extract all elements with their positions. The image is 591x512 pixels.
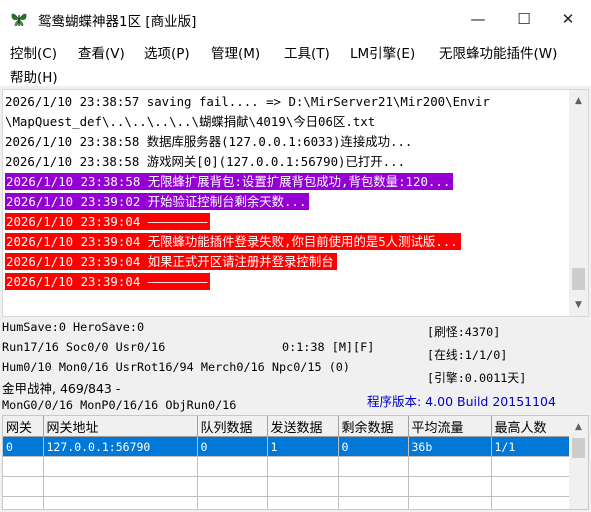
- close-button[interactable]: ✕: [545, 0, 591, 38]
- cell-sent: 1: [267, 436, 339, 457]
- menu-lm-engine[interactable]: LM引擎(E): [350, 42, 415, 62]
- column-header-address[interactable]: 网关地址: [43, 416, 198, 437]
- column-header-avg-traffic[interactable]: 平均流量: [408, 416, 492, 437]
- minimize-button[interactable]: —: [455, 0, 501, 38]
- minimize-icon: —: [470, 10, 486, 28]
- table-scroll-up-arrow-icon[interactable]: ▲: [569, 418, 588, 436]
- maximize-icon: ☐: [517, 10, 531, 28]
- log-line-text: 2026/1/10 23:38:58 无限蜂扩展背包:设置扩展背包成功,背包数量…: [5, 173, 454, 190]
- refresh-monster-count: [刷怪:4370]: [427, 325, 501, 339]
- mongen-status: MonG0/0/16 MonP0/16/16 ObjRun0/16: [2, 398, 237, 412]
- window-title: 鸳鸯蝴蝶神器1区 [商业版]: [38, 14, 197, 30]
- log-line-text: 2026/1/10 23:38:58 游戏网关[0](127.0.0.1:567…: [5, 154, 406, 169]
- column-header-remaining[interactable]: 剩余数据: [338, 416, 409, 437]
- log-line: 2026/1/10 23:38:58 无限蜂扩展背包:设置扩展背包成功,背包数量…: [4, 172, 568, 192]
- gateway-table: 网关 网关地址 队列数据 发送数据 剩余数据 平均流量 最高人数 0 127.0…: [2, 415, 589, 510]
- cell-queue: 0: [197, 436, 268, 457]
- butterfly-app-icon: [11, 13, 27, 26]
- cell-gateway: 0: [3, 436, 44, 457]
- menu-view[interactable]: 查看(V): [78, 42, 125, 62]
- column-header-max-players[interactable]: 最高人数: [491, 416, 572, 437]
- log-line: 2026/1/10 23:38:57 saving fail.... => D:…: [4, 92, 568, 112]
- menu-help[interactable]: 帮助(H): [10, 66, 58, 86]
- table-row[interactable]: [3, 476, 572, 497]
- close-icon: ✕: [561, 10, 575, 28]
- log-line-text: 2026/1/10 23:39:04 ————————: [5, 273, 211, 290]
- log-line: 2026/1/10 23:38:58 游戏网关[0](127.0.0.1:567…: [4, 152, 568, 172]
- log-line: 2026/1/10 23:39:04 ————————: [4, 212, 568, 232]
- save-status: HumSave:0 HeroSave:0: [2, 320, 145, 334]
- maximize-button[interactable]: ☐: [501, 0, 547, 38]
- log-line: 2026/1/10 23:39:04 ————————: [4, 272, 568, 292]
- log-line-text: 2026/1/10 23:39:02 开始验证控制台剩余天数...: [5, 193, 310, 210]
- table-scroll-thumb[interactable]: [572, 438, 585, 458]
- column-header-gateway[interactable]: 网关: [3, 416, 44, 437]
- log-line-text: 2026/1/10 23:39:04 如果正式开区请注册并登录控制台: [5, 253, 337, 270]
- table-row[interactable]: [3, 496, 572, 509]
- log-line: 2026/1/10 23:39:04 无限蜂功能插件登录失败,你目前使用的是5人…: [4, 232, 568, 252]
- war-status: 金甲战神, 469/843 -: [2, 381, 121, 396]
- log-line: \MapQuest_def\..\..\..\..\蝴蝶捐献\4019\今日06…: [4, 112, 568, 132]
- scroll-down-arrow-icon[interactable]: ▼: [569, 296, 588, 314]
- log-line: 2026/1/10 23:39:02 开始验证控制台剩余天数...: [4, 192, 568, 212]
- log-line: 2026/1/10 23:39:04 如果正式开区请注册并登录控制台: [4, 252, 568, 272]
- title-bar: 鸳鸯蝴蝶神器1区 [商业版] — ☐ ✕: [0, 0, 591, 38]
- menu-bar: 控制(C) 查看(V) 选项(P) 管理(M) 工具(T) LM引擎(E) 无限…: [0, 38, 591, 87]
- menu-tools[interactable]: 工具(T): [284, 42, 330, 62]
- menu-options[interactable]: 选项(P): [144, 42, 190, 62]
- table-row[interactable]: 0 127.0.0.1:56790 0 1 0 36b 1/1: [3, 436, 572, 457]
- cell-remaining: 0: [338, 436, 409, 457]
- log-line-text: 2026/1/10 23:38:57 saving fail.... => D:…: [5, 94, 490, 109]
- log-line-text: 2026/1/10 23:39:04 ————————: [5, 213, 211, 230]
- cell-max-players: 1/1: [491, 436, 572, 457]
- log-line-text: \MapQuest_def\..\..\..\..\蝴蝶捐献\4019\今日06…: [5, 114, 376, 129]
- scroll-up-arrow-icon[interactable]: ▲: [569, 92, 588, 110]
- table-row[interactable]: [3, 456, 572, 477]
- log-line-text: 2026/1/10 23:38:58 数据库服务器(127.0.0.1:6033…: [5, 134, 413, 149]
- engine-days: [引擎:0.0011天]: [427, 371, 527, 385]
- program-version: 程序版本: 4.00 Build 20151104: [367, 394, 556, 409]
- log-scrollbar[interactable]: ▲ ▼: [569, 90, 588, 316]
- runtime-status: 0:1:38 [M][F]: [282, 340, 375, 354]
- log-line-text: 2026/1/10 23:39:04 无限蜂功能插件登录失败,你目前使用的是5人…: [5, 233, 461, 250]
- log-panel[interactable]: 2026/1/10 23:38:57 saving fail.... => D:…: [2, 89, 589, 317]
- gateway-header-row: 网关 网关地址 队列数据 发送数据 剩余数据 平均流量 最高人数: [3, 416, 572, 437]
- column-header-sent[interactable]: 发送数据: [267, 416, 339, 437]
- run-status: Run17/16 Soc0/0 Usr0/16: [2, 340, 166, 354]
- cell-avg-traffic: 36b: [408, 436, 492, 457]
- hum-status: Hum0/10 Mon0/16 UsrRot16/94 Merch0/16 Np…: [2, 360, 351, 374]
- menu-manage[interactable]: 管理(M): [211, 42, 260, 62]
- scroll-thumb[interactable]: [572, 268, 585, 290]
- log-line: 2026/1/10 23:38:58 数据库服务器(127.0.0.1:6033…: [4, 132, 568, 152]
- online-count: [在线:1/1/0]: [427, 348, 508, 362]
- log-lines: 2026/1/10 23:38:57 saving fail.... => D:…: [4, 92, 568, 292]
- status-panel: HumSave:0 HeroSave:0 Run17/16 Soc0/0 Usr…: [0, 318, 591, 413]
- menu-plugin[interactable]: 无限蜂功能插件(W): [439, 42, 557, 62]
- cell-address: 127.0.0.1:56790: [43, 436, 198, 457]
- table-scrollbar[interactable]: ▲: [569, 416, 588, 509]
- column-header-queue[interactable]: 队列数据: [197, 416, 268, 437]
- menu-control[interactable]: 控制(C): [10, 42, 57, 62]
